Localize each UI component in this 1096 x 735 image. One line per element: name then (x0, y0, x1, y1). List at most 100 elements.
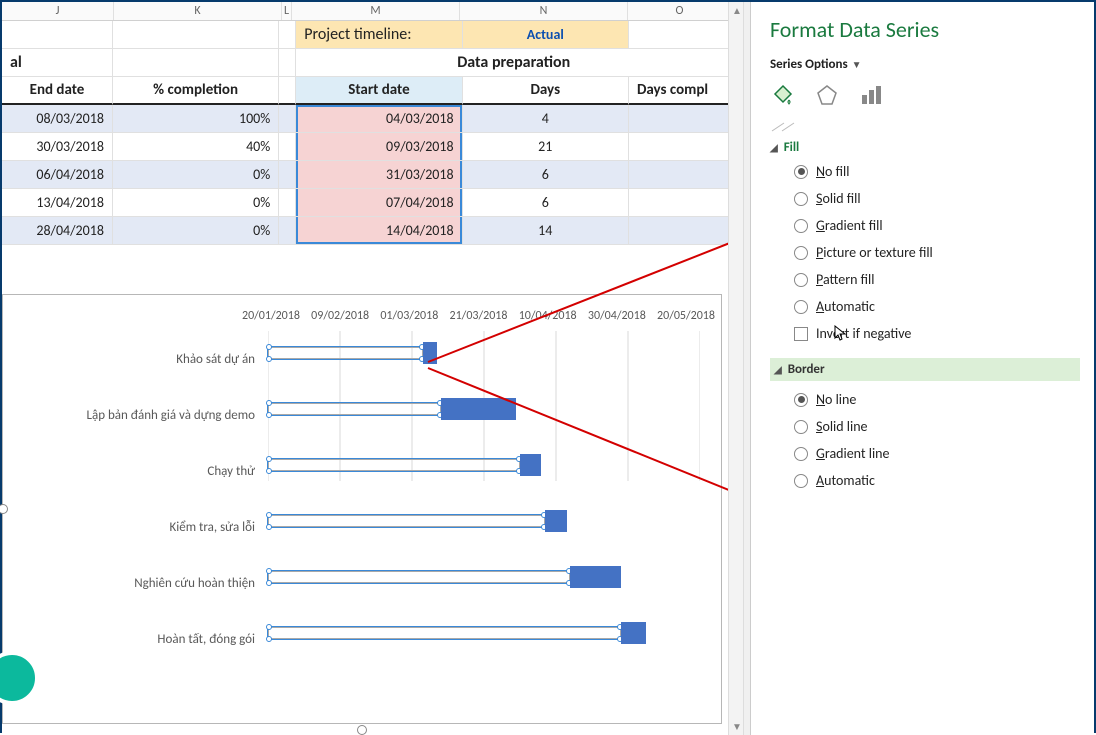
task-label: Nghiên cứu hoàn thiện (3, 555, 263, 611)
fill-line-icon[interactable] (770, 82, 796, 108)
cell-pct[interactable]: 0% (113, 217, 279, 245)
series-start-bar[interactable] (268, 515, 545, 527)
cell[interactable] (629, 217, 732, 245)
series-start-bar[interactable] (268, 403, 441, 415)
cell-end-date[interactable]: 30/03/2018 (2, 133, 113, 161)
cell-timeline-label[interactable]: Project timeline: (296, 21, 462, 49)
series-days-bar[interactable] (621, 622, 646, 644)
cell[interactable] (279, 49, 296, 77)
cell-end-date[interactable]: 13/04/2018 (2, 189, 113, 217)
cell-pct[interactable]: 100% (113, 105, 279, 133)
cell[interactable] (629, 133, 732, 161)
cell[interactable] (2, 21, 113, 49)
cell-days[interactable]: 6 (463, 161, 629, 189)
cell[interactable] (279, 105, 296, 133)
axis-tick: 09/02/2018 (311, 309, 369, 327)
checkbox-invert-if-negative[interactable]: Invert if negative (794, 325, 1080, 342)
cell[interactable] (279, 189, 296, 217)
col-letter-L[interactable]: L (282, 2, 292, 20)
radio-picture-fill[interactable]: Picture or texture fill (794, 244, 1080, 261)
task-label: Kiểm tra, sửa lỗi (3, 499, 263, 555)
cell[interactable] (279, 217, 296, 245)
chart-resize-handle[interactable] (357, 725, 367, 735)
radio-gradient-fill[interactable]: Gradient fill (794, 217, 1080, 234)
cell-pct[interactable]: 0% (113, 189, 279, 217)
pane-icon-tabs (770, 82, 1080, 108)
radio-automatic-line[interactable]: Automatic (794, 472, 1080, 489)
task-row: Khảo sát dự án (3, 331, 721, 387)
series-start-bar[interactable] (268, 459, 520, 471)
cell-start-date[interactable]: 04/03/2018 (296, 105, 462, 133)
cell[interactable] (113, 21, 279, 49)
fill-section-header[interactable]: ◢ Fill (770, 140, 1080, 155)
cell-pct[interactable]: 0% (113, 161, 279, 189)
radio-no-line[interactable]: No line (794, 391, 1080, 408)
radio-solid-fill[interactable]: Solid fill (794, 190, 1080, 207)
cell-section2[interactable]: Data preparation (296, 49, 732, 77)
header-days-compl[interactable]: Days compl (629, 77, 732, 105)
cell-days[interactable]: 4 (463, 105, 629, 133)
cell[interactable] (279, 77, 296, 105)
cell[interactable] (113, 49, 279, 77)
cell-timeline-value[interactable]: Actual (463, 21, 629, 49)
header-end-date[interactable]: End date (2, 77, 113, 105)
col-letter-M[interactable]: M (292, 2, 460, 20)
divider-icon (770, 120, 800, 132)
cell[interactable] (279, 161, 296, 189)
cell-start-date[interactable]: 31/03/2018 (296, 161, 462, 189)
radio-pattern-fill[interactable]: Pattern fill (794, 271, 1080, 288)
fill-label: Fill (784, 140, 800, 155)
series-options-dropdown[interactable]: Series Options ▼ (770, 57, 1080, 72)
border-section-header[interactable]: ◢ Border (770, 358, 1080, 381)
series-days-bar[interactable] (441, 398, 517, 420)
pane-title: Format Data Series (770, 16, 1080, 43)
cell-section1[interactable]: al (2, 49, 113, 77)
cell-end-date[interactable]: 28/04/2018 (2, 217, 113, 245)
cell-start-date[interactable]: 07/04/2018 (296, 189, 462, 217)
radio-automatic-fill[interactable]: Automatic (794, 298, 1080, 315)
col-letter-K[interactable]: K (114, 2, 282, 20)
format-data-series-pane: ▲▼ Format Data Series Series Options ▼ ◢… (749, 2, 1094, 735)
cell-end-date[interactable]: 06/04/2018 (2, 161, 113, 189)
cell[interactable] (629, 21, 732, 49)
header-start-date[interactable]: Start date (296, 77, 462, 105)
axis-tick: 10/04/2018 (519, 309, 577, 327)
header-days[interactable]: Days (463, 77, 629, 105)
cell-start-date[interactable]: 14/04/2018 (296, 217, 462, 245)
border-options: No line Solid line Gradient line Automat… (794, 391, 1080, 489)
header-pct-completion[interactable]: % completion (113, 77, 279, 105)
cell-end-date[interactable]: 08/03/2018 (2, 105, 113, 133)
task-row: Lập bản đánh giá và dựng demo (3, 387, 721, 443)
cell[interactable] (279, 133, 296, 161)
radio-solid-line[interactable]: Solid line (794, 418, 1080, 435)
series-days-bar[interactable] (570, 566, 620, 588)
series-days-bar[interactable] (545, 510, 567, 532)
series-days-bar[interactable] (423, 342, 437, 364)
spreadsheet-area: J K L M N O Project timeline: Actual al … (2, 2, 732, 735)
cell-start-date[interactable]: 09/03/2018 (296, 133, 462, 161)
radio-no-fill[interactable]: No fill (794, 163, 1080, 180)
col-letter-N[interactable]: N (460, 2, 628, 20)
cell[interactable] (629, 189, 732, 217)
cell[interactable] (629, 161, 732, 189)
chart-x-axis: 20/01/2018 09/02/2018 01/03/2018 21/03/2… (268, 309, 715, 327)
cell-days[interactable]: 14 (463, 217, 629, 245)
border-label: Border (788, 362, 825, 377)
gantt-chart[interactable]: 20/01/2018 09/02/2018 01/03/2018 21/03/2… (2, 294, 722, 724)
series-options-icon[interactable] (858, 82, 884, 108)
vertical-scrollbar[interactable]: ▲▼ (728, 2, 744, 735)
series-days-bar[interactable] (520, 454, 542, 476)
cell[interactable] (629, 105, 732, 133)
task-row: Kiểm tra, sửa lỗi (3, 499, 721, 555)
cell-days[interactable]: 21 (463, 133, 629, 161)
series-start-bar[interactable] (268, 627, 621, 639)
cell-pct[interactable]: 40% (113, 133, 279, 161)
effects-icon[interactable] (814, 82, 840, 108)
col-letter-O[interactable]: O (628, 2, 732, 20)
series-start-bar[interactable] (268, 571, 570, 583)
radio-gradient-line[interactable]: Gradient line (794, 445, 1080, 462)
series-start-bar[interactable] (268, 347, 423, 359)
col-letter-J[interactable]: J (2, 2, 114, 20)
cell[interactable] (279, 21, 296, 49)
cell-days[interactable]: 6 (463, 189, 629, 217)
